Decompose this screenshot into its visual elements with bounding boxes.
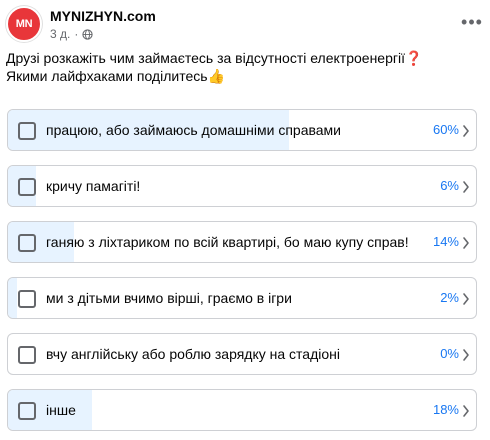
poll-option-label: кричу памагіті! (46, 178, 141, 194)
chevron-right-icon[interactable] (462, 124, 470, 138)
post-meta: 3 д. · (50, 27, 93, 41)
page-name-link[interactable]: MYNIZHYN.com (50, 8, 156, 24)
avatar[interactable]: MN (6, 6, 42, 42)
post-text-line-1: Друзі розкажіть чим займаєтесь за відсут… (6, 50, 423, 66)
poll-option[interactable]: кричу памагіті! 6% (7, 165, 477, 207)
poll-option-label: інше (46, 402, 76, 418)
poll-option-percent[interactable]: 60% (433, 122, 459, 137)
poll-option-percent[interactable]: 2% (440, 290, 459, 305)
poll-option-percent[interactable]: 6% (440, 178, 459, 193)
poll-option-label: працюю, або займаюсь домашніми справами (46, 122, 341, 138)
chevron-right-icon[interactable] (462, 348, 470, 362)
chevron-right-icon[interactable] (462, 292, 470, 306)
poll-option-label: ганяю з ліхтариком по всій квартирі, бо … (46, 234, 409, 250)
more-options-icon[interactable]: ••• (460, 12, 484, 32)
poll-option[interactable]: ми з дітьми вчимо вірші, граємо в ігри 2% (7, 277, 477, 319)
poll-option-checkbox[interactable] (18, 402, 36, 420)
poll-option[interactable]: ганяю з ліхтариком по всій квартирі, бо … (7, 221, 477, 263)
poll-option-percent[interactable]: 0% (440, 346, 459, 361)
post-header: MN MYNIZHYN.com 3 д. · ••• (6, 6, 484, 42)
poll-option-percent[interactable]: 18% (433, 402, 459, 417)
post-text-line-2: Якими лайфхаками поділитесь👍 (6, 68, 225, 84)
poll-option-fill (8, 278, 18, 318)
poll-option-checkbox[interactable] (18, 290, 36, 308)
chevron-right-icon[interactable] (462, 236, 470, 250)
poll-option-checkbox[interactable] (18, 178, 36, 196)
post-text: Друзі розкажіть чим займаєтесь за відсут… (6, 49, 476, 85)
poll-option-checkbox[interactable] (18, 122, 36, 140)
poll-option-percent[interactable]: 14% (433, 234, 459, 249)
poll-option[interactable]: працюю, або займаюсь домашніми справами 6… (7, 109, 477, 151)
post-time[interactable]: 3 д. (50, 27, 70, 41)
poll-option[interactable]: вчу англійську або роблю зарядку на стад… (7, 333, 477, 375)
chevron-right-icon[interactable] (462, 404, 470, 418)
poll-option-checkbox[interactable] (18, 346, 36, 364)
poll-option-label: вчу англійську або роблю зарядку на стад… (46, 346, 340, 362)
chevron-right-icon[interactable] (462, 180, 470, 194)
globe-icon (82, 28, 93, 40)
poll-option-label: ми з дітьми вчимо вірші, граємо в ігри (46, 290, 292, 306)
poll-option[interactable]: інше 18% (7, 389, 477, 431)
poll-option-checkbox[interactable] (18, 234, 36, 252)
